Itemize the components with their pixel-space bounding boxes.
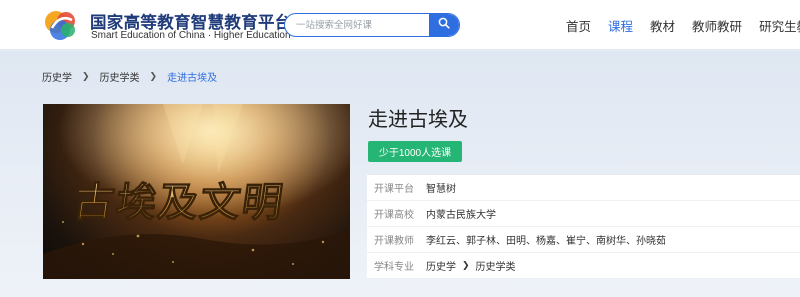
search-box	[284, 13, 460, 37]
info-row-school: 开课高校 内蒙古民族大学	[367, 201, 800, 227]
nav-home[interactable]: 首页	[566, 16, 591, 35]
platform-logo-icon[interactable]	[42, 8, 82, 46]
chevron-right-icon: ❯	[82, 71, 90, 81]
nav-graduate-education[interactable]: 研究生教育	[759, 16, 800, 35]
info-row-subject: 学科专业 历史学 ❯ 历史学类	[367, 253, 800, 279]
info-value-teachers: 李红云、郭子林、田明、杨嘉、崔宁、南树华、孙晓茹	[426, 236, 666, 247]
info-label-platform: 开课平台	[374, 184, 414, 195]
breadcrumb-item-history-category[interactable]: 历史学类	[100, 69, 140, 84]
info-value-school[interactable]: 内蒙古民族大学	[426, 206, 496, 221]
course-title: 走进古埃及	[368, 109, 468, 131]
breadcrumb: 历史学 ❯ 历史学类 ❯ 走进古埃及	[42, 69, 217, 84]
breadcrumb-item-history[interactable]: 历史学	[42, 69, 72, 84]
info-label-teachers: 开课教师	[374, 236, 414, 247]
subject-tag-history[interactable]: 历史学	[426, 258, 456, 273]
search-input[interactable]	[285, 14, 431, 36]
course-info-panel: 开课平台 智慧树 开课高校 内蒙古民族大学 开课教师 李红云、郭子林、田明、杨嘉…	[367, 174, 800, 279]
info-label-school: 开课高校	[374, 210, 414, 221]
enroll-count-badge: 少于1000人选课	[368, 141, 462, 162]
info-label-subject: 学科专业	[374, 262, 414, 273]
subject-tag-history-category[interactable]: 历史学类	[476, 258, 516, 273]
nav-textbooks[interactable]: 教材	[650, 16, 675, 35]
nav-teacher-research[interactable]: 教师教研	[692, 16, 742, 35]
chevron-right-icon: ❯	[149, 71, 158, 81]
info-row-teachers: 开课教师 李红云、郭子林、田明、杨嘉、崔宁、南树华、孙晓茹	[367, 227, 800, 253]
main-nav: 首页 课程 教材 教师教研 研究生教育	[566, 0, 800, 50]
nav-courses[interactable]: 课程	[608, 16, 633, 35]
course-cover-image[interactable]: 古埃及文明	[43, 104, 350, 279]
search-icon	[438, 16, 450, 34]
chevron-right-icon: ❯	[462, 260, 470, 270]
logo-title-en: Smart Education of China · Higher Educat…	[91, 30, 291, 41]
breadcrumb-item-current: 走进古埃及	[167, 73, 218, 84]
info-row-platform: 开课平台 智慧树	[367, 175, 800, 201]
search-button[interactable]	[429, 14, 459, 36]
course-cover-title: 古埃及文明	[71, 180, 287, 226]
info-value-platform[interactable]: 智慧树	[426, 180, 456, 195]
top-header: 国家高等教育智慧教育平台 Smart Education of China · …	[0, 0, 800, 50]
